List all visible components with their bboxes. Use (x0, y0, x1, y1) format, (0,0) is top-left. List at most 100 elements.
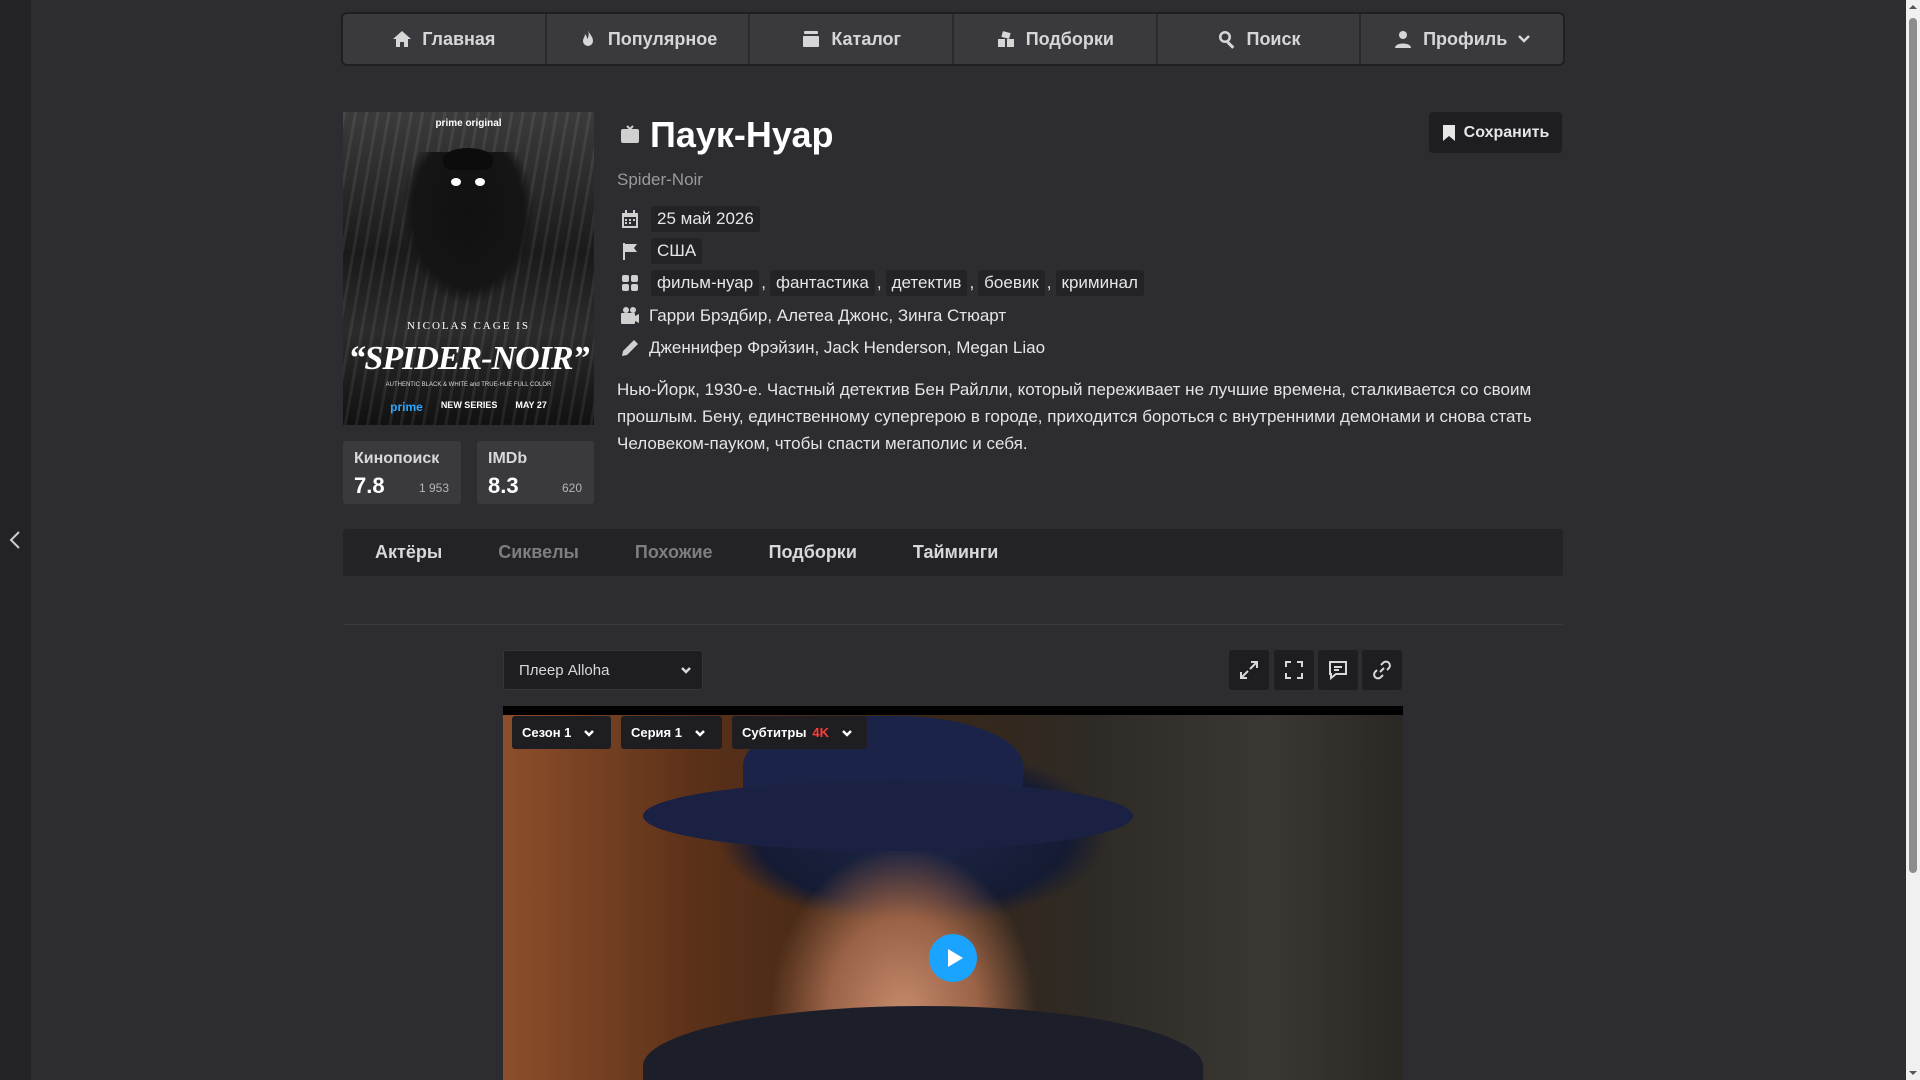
poster-logo: “SPIDER-NOIR” (348, 340, 589, 377)
page-scrollbar[interactable] (1906, 0, 1920, 1080)
genre-list: фильм-нуар, фантастика, детектив, боевик… (651, 270, 1144, 296)
nav-popular-label: Популярное (607, 28, 718, 49)
player-select-value: Плеер Alloha (519, 661, 610, 679)
calendar-icon (619, 208, 641, 230)
nav-profile[interactable]: Профиль (1361, 14, 1563, 64)
search-icon (1218, 31, 1234, 49)
link-icon (1373, 660, 1391, 680)
nav-profile-label: Профиль (1423, 28, 1508, 49)
chevron-down-icon (681, 667, 691, 674)
genres-row: фильм-нуар, фантастика, детектив, боевик… (619, 270, 1144, 296)
season-label: Сезон 1 (522, 725, 572, 740)
fire-icon (582, 30, 593, 46)
fullscreen-icon (1285, 661, 1303, 679)
tab-actors[interactable]: Актёры (375, 542, 442, 563)
play-icon (947, 949, 963, 967)
rating-imdb-name: IMDb (488, 450, 528, 467)
scrollbar-thumb[interactable] (1909, 18, 1917, 873)
poster-footer: prime NEW SERIES MAY 27 (343, 400, 594, 414)
home-icon (393, 31, 412, 47)
poster-figure (403, 152, 533, 302)
scroll-up-arrow-icon[interactable] (1908, 2, 1918, 12)
movie-poster: prime original NICOLAS CAGE IS “SPIDER-N… (343, 112, 594, 425)
genre-chip[interactable]: детектив (885, 270, 968, 296)
genre-chip[interactable]: боевик (978, 270, 1045, 296)
player-select[interactable]: Плеер Alloha (503, 650, 703, 690)
save-button-label: Сохранить (1463, 123, 1550, 141)
rating-kinopoisk-votes: 1 953 (418, 481, 449, 495)
chevron-left-icon[interactable] (8, 528, 22, 552)
nav-collections[interactable]: Подборки (954, 14, 1158, 64)
chevron-down-icon (695, 729, 705, 737)
release-date-row: 25 май 2026 (619, 206, 760, 232)
rating-kinopoisk[interactable]: Кинопоиск 7.8 1 953 (343, 441, 461, 504)
rating-imdb-score: 8.3 (488, 473, 519, 498)
tv-icon (621, 125, 639, 143)
top-navigation: Главная Популярное Каталог Подборки Поис… (343, 14, 1563, 64)
poster-actor-line: NICOLAS CAGE IS (407, 320, 530, 332)
catalog-icon (803, 31, 820, 47)
pencil-icon (619, 337, 641, 359)
camera-icon (619, 305, 641, 327)
poster-tagline: AUTHENTIC BLACK & WHITE and TRUE-HUE FUL… (385, 382, 552, 388)
nav-popular[interactable]: Популярное (546, 14, 751, 64)
poster-eye-right (475, 178, 485, 186)
poster-series-label: NEW SERIES (440, 400, 498, 410)
quality-badge: 4K (812, 725, 830, 740)
comments-button[interactable] (1318, 650, 1358, 690)
subtitles-label: Субтитры (742, 725, 807, 740)
page-title: Паук-Нуар (650, 114, 834, 155)
tab-sequels[interactable]: Сиквелы (498, 542, 579, 563)
rating-kinopoisk-name: Кинопоиск (354, 450, 440, 467)
play-button[interactable] (929, 934, 977, 982)
tab-timings[interactable]: Тайминги (913, 542, 998, 563)
country[interactable]: США (651, 238, 703, 264)
original-title: Spider-Noir (617, 170, 703, 189)
movie-description: Нью-Йорк, 1930-е. Частный детектив Бен Р… (617, 380, 1532, 453)
expand-button[interactable] (1229, 650, 1269, 690)
rating-imdb[interactable]: IMDb 8.3 620 (477, 441, 594, 504)
poster-hat (443, 148, 493, 170)
chevron-down-icon (584, 729, 595, 737)
bookmark-icon (1442, 124, 1455, 141)
nav-search[interactable]: Поиск (1157, 14, 1362, 64)
flag-icon (619, 240, 641, 262)
directors: Гарри Брэдбир, Алетеа Джонс, Зинга Стюар… (649, 306, 1007, 325)
genre-chip[interactable]: криминал (1055, 270, 1144, 296)
save-button[interactable]: Сохранить (1429, 112, 1562, 153)
chevron-down-icon (1517, 29, 1531, 50)
episode-label: Серия 1 (631, 725, 682, 740)
nav-home[interactable]: Главная (343, 14, 547, 64)
fullscreen-button[interactable] (1274, 650, 1314, 690)
poster-eye-left (451, 178, 461, 186)
section-divider (343, 624, 1563, 625)
season-select[interactable]: Сезон 1 (512, 716, 611, 749)
genre-chip[interactable]: фильм-нуар (651, 270, 760, 296)
genre-chip[interactable]: фантастика (769, 270, 875, 296)
poster-brand: prime original (435, 118, 502, 129)
nav-catalog[interactable]: Каталог (750, 14, 955, 64)
content-tabs: Актёры Сиквелы Похожие Подборки Тайминги (343, 529, 1563, 576)
comment-icon (1329, 661, 1347, 681)
rating-imdb-votes: 620 (561, 481, 582, 495)
release-date[interactable]: 25 май 2026 (651, 206, 760, 232)
nav-home-label: Главная (422, 28, 496, 49)
user-icon (1395, 31, 1412, 48)
chevron-down-icon (842, 729, 852, 737)
tab-collections[interactable]: Подборки (769, 542, 857, 563)
nav-collections-label: Подборки (1025, 28, 1114, 49)
writers-row: Дженнифер Фрэйзин, Jack Henderson, Megan… (619, 337, 1045, 359)
video-player[interactable] (503, 706, 1403, 1080)
poster-date: MAY 27 (515, 400, 547, 410)
directors-row: Гарри Брэдбир, Алетеа Джонс, Зинга Стюар… (619, 305, 1006, 327)
collections-icon (997, 31, 1014, 47)
tab-similar[interactable]: Похожие (635, 542, 713, 563)
nav-catalog-label: Каталог (831, 28, 902, 49)
subtitles-select[interactable]: Субтитры 4K (732, 716, 867, 749)
writers: Дженнифер Фрэйзин, Jack Henderson, Megan… (649, 338, 1046, 357)
episode-select[interactable]: Серия 1 (621, 716, 722, 749)
scroll-down-arrow-icon[interactable] (1908, 1068, 1918, 1078)
share-link-button[interactable] (1362, 650, 1402, 690)
nav-search-label: Поиск (1246, 28, 1301, 49)
grid-icon (619, 272, 641, 294)
